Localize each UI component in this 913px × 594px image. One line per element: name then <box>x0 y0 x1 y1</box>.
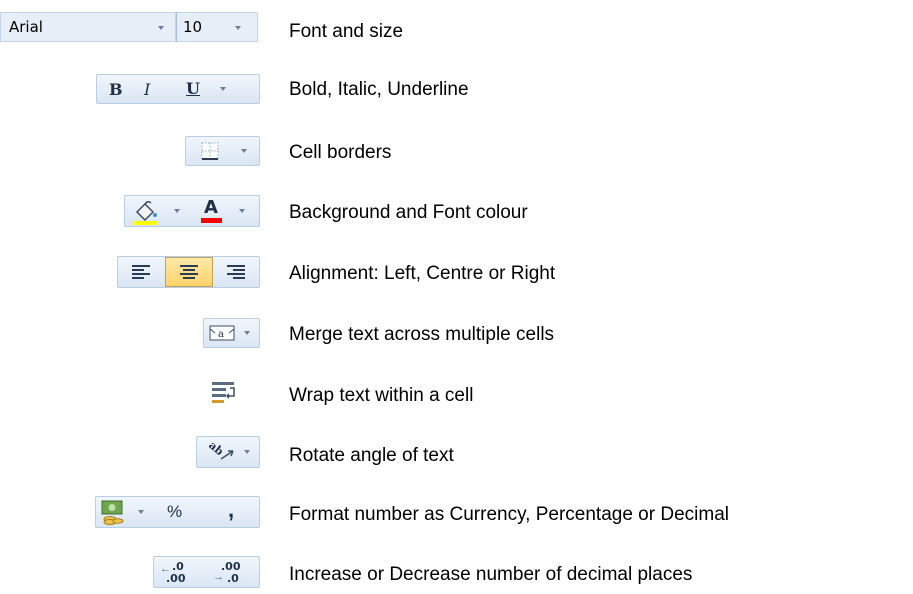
font-style-description: Bold, Italic, Underline <box>289 79 469 100</box>
font-size-dropdown-icon[interactable] <box>235 26 241 30</box>
wrap-description: Wrap text within a cell <box>289 385 474 406</box>
font-colour-icon: A <box>204 197 218 218</box>
svg-text:a: a <box>218 329 224 340</box>
font-size-combo[interactable]: 10 <box>176 12 258 42</box>
rotate-text-icon: ab <box>206 441 234 460</box>
percent-button[interactable]: % <box>152 497 206 527</box>
font-size-value: 10 <box>183 18 203 36</box>
increase-decimal-bottom: .00 <box>166 572 186 585</box>
paint-bucket-icon <box>133 200 157 225</box>
fill-colour-dropdown-icon[interactable] <box>174 209 180 213</box>
increase-decimal-button[interactable]: ← .0 .00 <box>154 557 207 587</box>
align-left-icon <box>132 265 150 279</box>
bold-icon: B <box>109 80 123 99</box>
underline-button[interactable]: U <box>165 75 233 103</box>
wrap-text-icon <box>212 382 235 403</box>
underline-dropdown-icon[interactable] <box>220 87 226 91</box>
font-and-size-description: Font and size <box>289 21 404 42</box>
align-centre-icon <box>180 265 198 279</box>
rotate-description: Rotate angle of text <box>289 445 454 466</box>
font-name-dropdown-icon[interactable] <box>158 26 164 30</box>
font-name-value: Arial <box>9 18 43 36</box>
orientation-dropdown-icon[interactable] <box>244 450 250 454</box>
font-style-group: B I U <box>96 74 260 104</box>
currency-icon <box>101 500 124 525</box>
font-name-combo[interactable]: Arial <box>0 12 176 42</box>
italic-icon: I <box>144 80 151 99</box>
borders-dropdown-icon[interactable] <box>241 149 247 153</box>
italic-button[interactable]: I <box>131 75 165 103</box>
borders-description: Cell borders <box>289 142 392 163</box>
font-colour-swatch <box>201 218 222 223</box>
fill-colour-button[interactable] <box>125 196 191 226</box>
borders-icon <box>201 142 219 160</box>
font-colour-button[interactable]: A <box>193 196 259 226</box>
decimal-group: ← .0 .00 .00 → .0 <box>153 556 260 588</box>
currency-button[interactable] <box>96 497 152 527</box>
font-colour-dropdown-icon[interactable] <box>239 209 245 213</box>
comma-icon: , <box>228 497 235 522</box>
borders-button[interactable] <box>185 136 260 166</box>
number-format-description: Format number as Currency, Percentage or… <box>289 504 729 525</box>
align-right-icon <box>227 265 245 279</box>
wrap-text-button[interactable] <box>208 378 238 408</box>
decrease-decimal-bottom: .0 <box>227 572 239 585</box>
number-format-group: % , <box>95 496 260 528</box>
bold-button[interactable]: B <box>97 75 131 103</box>
decrease-decimal-arrow-icon: → <box>213 571 224 583</box>
currency-dropdown-icon[interactable] <box>138 510 144 514</box>
align-centre-button[interactable] <box>165 257 213 287</box>
align-right-button[interactable] <box>213 257 259 287</box>
underline-icon: U <box>186 79 200 98</box>
alignment-description: Alignment: Left, Centre or Right <box>289 263 556 284</box>
orientation-button[interactable]: ab <box>196 436 260 468</box>
align-left-button[interactable] <box>118 257 165 287</box>
merge-icon: a <box>209 325 235 341</box>
merge-button[interactable]: a <box>203 318 260 348</box>
decimal-description: Increase or Decrease number of decimal p… <box>289 564 693 585</box>
svg-text:ab: ab <box>206 441 226 458</box>
colour-group: A <box>124 195 260 227</box>
merge-description: Merge text across multiple cells <box>289 324 555 345</box>
alignment-group <box>117 256 260 288</box>
percent-icon: % <box>167 502 183 521</box>
colour-description: Background and Font colour <box>289 202 528 223</box>
merge-dropdown-icon[interactable] <box>244 331 250 335</box>
decrease-decimal-button[interactable]: .00 → .0 <box>207 557 259 587</box>
comma-style-button[interactable]: , <box>206 497 259 527</box>
